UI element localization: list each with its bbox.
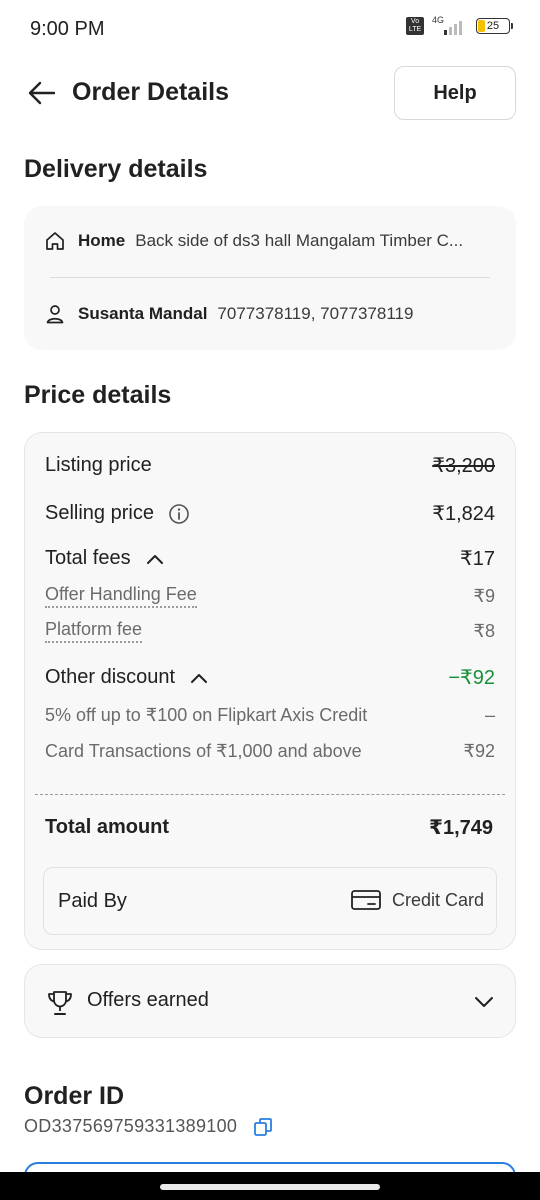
other-discount-row[interactable]: Other discount −₹92 [45,665,495,690]
delivery-divider [50,277,490,278]
total-fees-value: ₹17 [460,548,495,570]
home-indicator[interactable] [160,1184,380,1190]
discount-item-value: – [484,705,495,725]
payment-method-label: Credit Card [391,889,484,910]
volte-icon: Vo LTE [406,17,424,35]
offers-earned-card[interactable]: Offers earned [24,964,516,1038]
network-type: 4G [432,15,445,25]
battery-icon: 25 [476,18,513,34]
contact-phone: 7077378119, 7077378119 [217,304,414,323]
address-value: Back side of ds3 hall Mangalam Timber C.… [135,231,464,250]
help-button[interactable]: Help [394,66,516,120]
contact-name: Susanta Mandal [78,304,208,323]
discount-item-label: Card Transactions of ₹1,000 and above [45,741,362,761]
listing-price-value: ₹3,200 [432,455,495,477]
other-discount-value: −₹92 [448,667,495,689]
discount-item-label: 5% off up to ₹100 on Flipkart Axis Credi… [45,705,368,725]
price-card: Listing price ₹3,200 Selling price ₹1,82… [24,432,516,950]
fee-item-value: ₹9 [473,585,495,606]
total-amount-row: Total amount ₹1,749 [45,815,493,840]
info-icon[interactable] [168,503,190,525]
paid-by-box: Paid By Credit Card [43,867,497,935]
status-icons: Vo LTE 4G 25 [406,15,513,36]
delivery-section-title: Delivery details [24,155,208,183]
discount-item-value: ₹92 [463,741,495,761]
dashed-divider [35,794,505,795]
delivery-contact-row: Susanta Mandal 7077378119, 7077378119 [44,303,502,325]
delivery-address-row: Home Back side of ds3 hall Mangalam Timb… [44,230,502,252]
selling-price-value: ₹1,824 [432,503,495,525]
status-time: 9:00 PM [30,18,105,40]
selling-price-label: Selling price [45,502,154,524]
price-section-title: Price details [24,381,172,409]
total-amount-label: Total amount [45,816,170,838]
listing-price-label: Listing price [45,454,152,476]
fee-item-row: Platform fee ₹8 [45,619,495,643]
fee-item-value: ₹8 [473,620,495,641]
listing-price-row: Listing price ₹3,200 [45,453,495,478]
selling-price-row: Selling price ₹1,824 [45,501,495,526]
fee-item-label[interactable]: Offer Handling Fee [45,584,197,608]
fee-item-row: Offer Handling Fee ₹9 [45,584,495,608]
trophy-icon [48,991,72,1015]
delivery-card: Home Back side of ds3 hall Mangalam Timb… [24,206,516,350]
total-fees-row[interactable]: Total fees ₹17 [45,546,495,571]
battery-level: 25 [486,20,500,32]
address-label: Home [78,231,126,250]
signal-icon: 4G [432,15,468,36]
header: Order Details Help [0,62,540,124]
chevron-up-icon[interactable] [145,552,165,566]
total-amount-value: ₹1,749 [429,817,493,839]
page-title: Order Details [72,78,230,106]
arrow-left-icon[interactable] [26,78,58,108]
user-icon [46,305,64,324]
copy-icon[interactable] [252,1116,274,1138]
status-bar: 9:00 PM Vo LTE 4G 25 [0,0,540,60]
order-id-title: Order ID [24,1082,125,1110]
credit-card-icon [351,890,381,910]
payment-method: Credit Card [350,888,484,912]
home-icon [46,232,64,250]
discount-item-row: 5% off up to ₹100 on Flipkart Axis Credi… [45,705,495,726]
discount-item-row: Card Transactions of ₹1,000 and above ₹9… [45,741,495,762]
paid-by-label: Paid By [58,890,127,912]
chevron-down-icon[interactable] [473,994,495,1010]
other-discount-label: Other discount [45,666,176,688]
total-fees-label: Total fees [45,547,131,569]
offers-earned-label: Offers earned [87,989,209,1011]
fee-item-label[interactable]: Platform fee [45,619,143,643]
chevron-up-icon[interactable] [189,671,209,685]
order-id-value: OD337569759331389100 [24,1116,238,1136]
